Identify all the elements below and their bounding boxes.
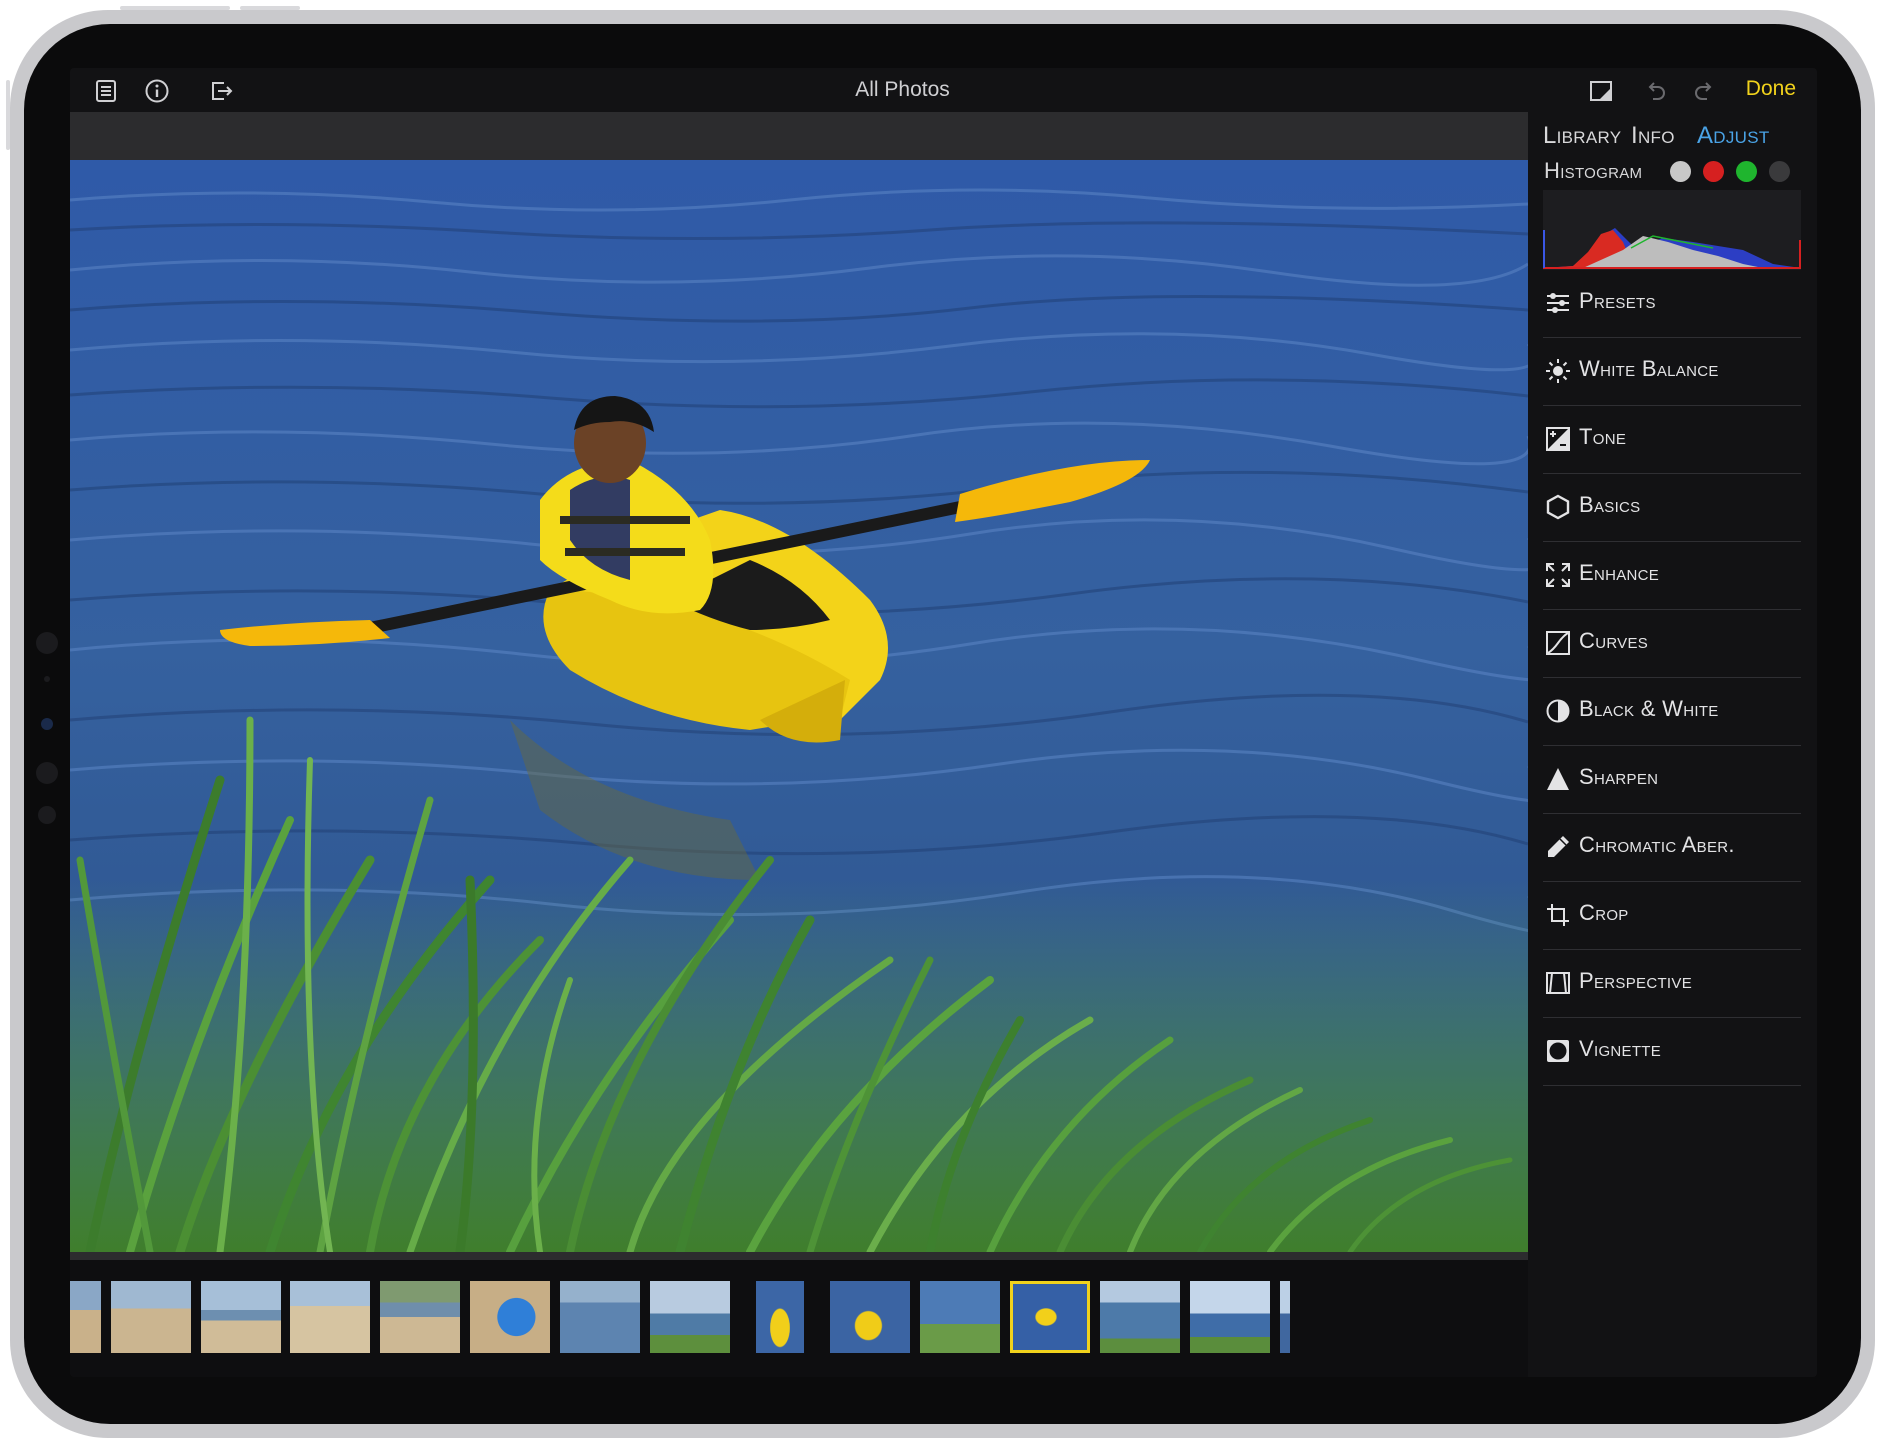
triangle-icon — [1547, 768, 1569, 790]
histogram-blue-toggle[interactable] — [1769, 161, 1790, 182]
redo-icon[interactable] — [1692, 78, 1718, 104]
adjust-menu: Presets White Balance Tone Basics Enhanc… — [1543, 270, 1801, 1086]
crop-icon — [1547, 904, 1569, 926]
top-toolbar: All Photos Done — [70, 68, 1817, 112]
histogram-luminance-toggle[interactable] — [1670, 161, 1691, 182]
menu-item-chromatic-aberration[interactable]: Chromatic Aber. — [1543, 814, 1801, 882]
sun-icon — [1546, 359, 1570, 383]
menu-item-enhance[interactable]: Enhance — [1543, 542, 1801, 610]
menu-item-label: White Balance — [1579, 356, 1719, 381]
front-camera — [41, 718, 53, 730]
sensor — [38, 806, 56, 824]
menu-item-tone[interactable]: Tone — [1543, 406, 1801, 474]
thumbnail-selected[interactable] — [1010, 1281, 1090, 1353]
enhance-icon — [1546, 563, 1570, 587]
thumbnail[interactable] — [1190, 1281, 1270, 1353]
thumbnail[interactable] — [650, 1281, 730, 1353]
histogram-label: Histogram — [1544, 158, 1643, 183]
pencil-icon — [1548, 836, 1569, 857]
sensor — [44, 676, 50, 682]
sliders-icon — [1547, 293, 1569, 313]
adjust-panel: Library Info Adjust Histogram Presets Wh… — [1528, 112, 1817, 1377]
thumbnail[interactable] — [290, 1281, 370, 1353]
menu-item-black-white[interactable]: Black & White — [1543, 678, 1801, 746]
thumbnail[interactable] — [1100, 1281, 1180, 1353]
thumbnail[interactable] — [470, 1281, 550, 1353]
menu-item-presets[interactable]: Presets — [1543, 270, 1801, 338]
filmstrip[interactable] — [70, 1260, 1528, 1377]
thumbnail[interactable] — [380, 1281, 460, 1353]
menu-item-vignette[interactable]: Vignette — [1543, 1018, 1801, 1086]
thumbnail[interactable] — [830, 1281, 910, 1353]
perspective-icon — [1546, 972, 1570, 994]
done-button[interactable]: Done — [1746, 77, 1796, 101]
tab-info[interactable]: Info — [1631, 122, 1675, 150]
thumbnail[interactable] — [111, 1281, 191, 1353]
menu-item-label: Enhance — [1579, 560, 1660, 585]
menu-item-crop[interactable]: Crop — [1543, 882, 1801, 950]
menu-item-label: Presets — [1579, 288, 1656, 313]
side-button — [6, 80, 10, 150]
vignette-icon — [1547, 1040, 1569, 1062]
menu-item-label: Black & White — [1579, 696, 1719, 721]
histogram-green-toggle[interactable] — [1736, 161, 1757, 182]
undo-icon[interactable] — [1642, 78, 1668, 104]
menu-item-perspective[interactable]: Perspective — [1543, 950, 1801, 1018]
thumbnail[interactable] — [920, 1281, 1000, 1353]
thumbnail[interactable] — [201, 1281, 281, 1353]
thumbnail[interactable] — [756, 1281, 804, 1353]
sensor — [36, 632, 58, 654]
hexagon-icon — [1546, 494, 1570, 520]
photo-canvas[interactable] — [70, 112, 1528, 1260]
menu-item-sharpen[interactable]: Sharpen — [1543, 746, 1801, 814]
thumbnail[interactable] — [1280, 1281, 1290, 1353]
compare-icon[interactable] — [1588, 78, 1614, 104]
tab-adjust[interactable]: Adjust — [1697, 122, 1770, 150]
thumbnail[interactable] — [560, 1281, 640, 1353]
menu-item-label: Sharpen — [1579, 764, 1659, 789]
volume-button — [120, 6, 230, 10]
power-button — [240, 6, 300, 10]
tone-icon — [1546, 427, 1570, 451]
thumbnail[interactable] — [70, 1281, 101, 1353]
histogram-red-toggle[interactable] — [1703, 161, 1724, 182]
menu-item-label: Vignette — [1579, 1036, 1662, 1061]
menu-item-label: Tone — [1579, 424, 1627, 449]
menu-item-label: Chromatic Aber. — [1579, 832, 1735, 857]
menu-item-label: Curves — [1579, 628, 1649, 653]
menu-item-label: Basics — [1579, 492, 1641, 517]
menu-item-white-balance[interactable]: White Balance — [1543, 338, 1801, 406]
menu-item-label: Perspective — [1579, 968, 1692, 993]
app-screen: All Photos Done Library Info Adjust Hist… — [70, 68, 1817, 1377]
menu-item-label: Crop — [1579, 900, 1629, 925]
curves-icon — [1546, 631, 1570, 655]
half-circle-icon — [1546, 699, 1570, 723]
menu-item-basics[interactable]: Basics — [1543, 474, 1801, 542]
sensor — [36, 762, 58, 784]
histogram-graph — [1543, 190, 1801, 270]
page-title: All Photos — [855, 78, 950, 101]
tab-library[interactable]: Library — [1543, 122, 1621, 150]
menu-item-curves[interactable]: Curves — [1543, 610, 1801, 678]
photo-kayak[interactable] — [70, 160, 1528, 1252]
